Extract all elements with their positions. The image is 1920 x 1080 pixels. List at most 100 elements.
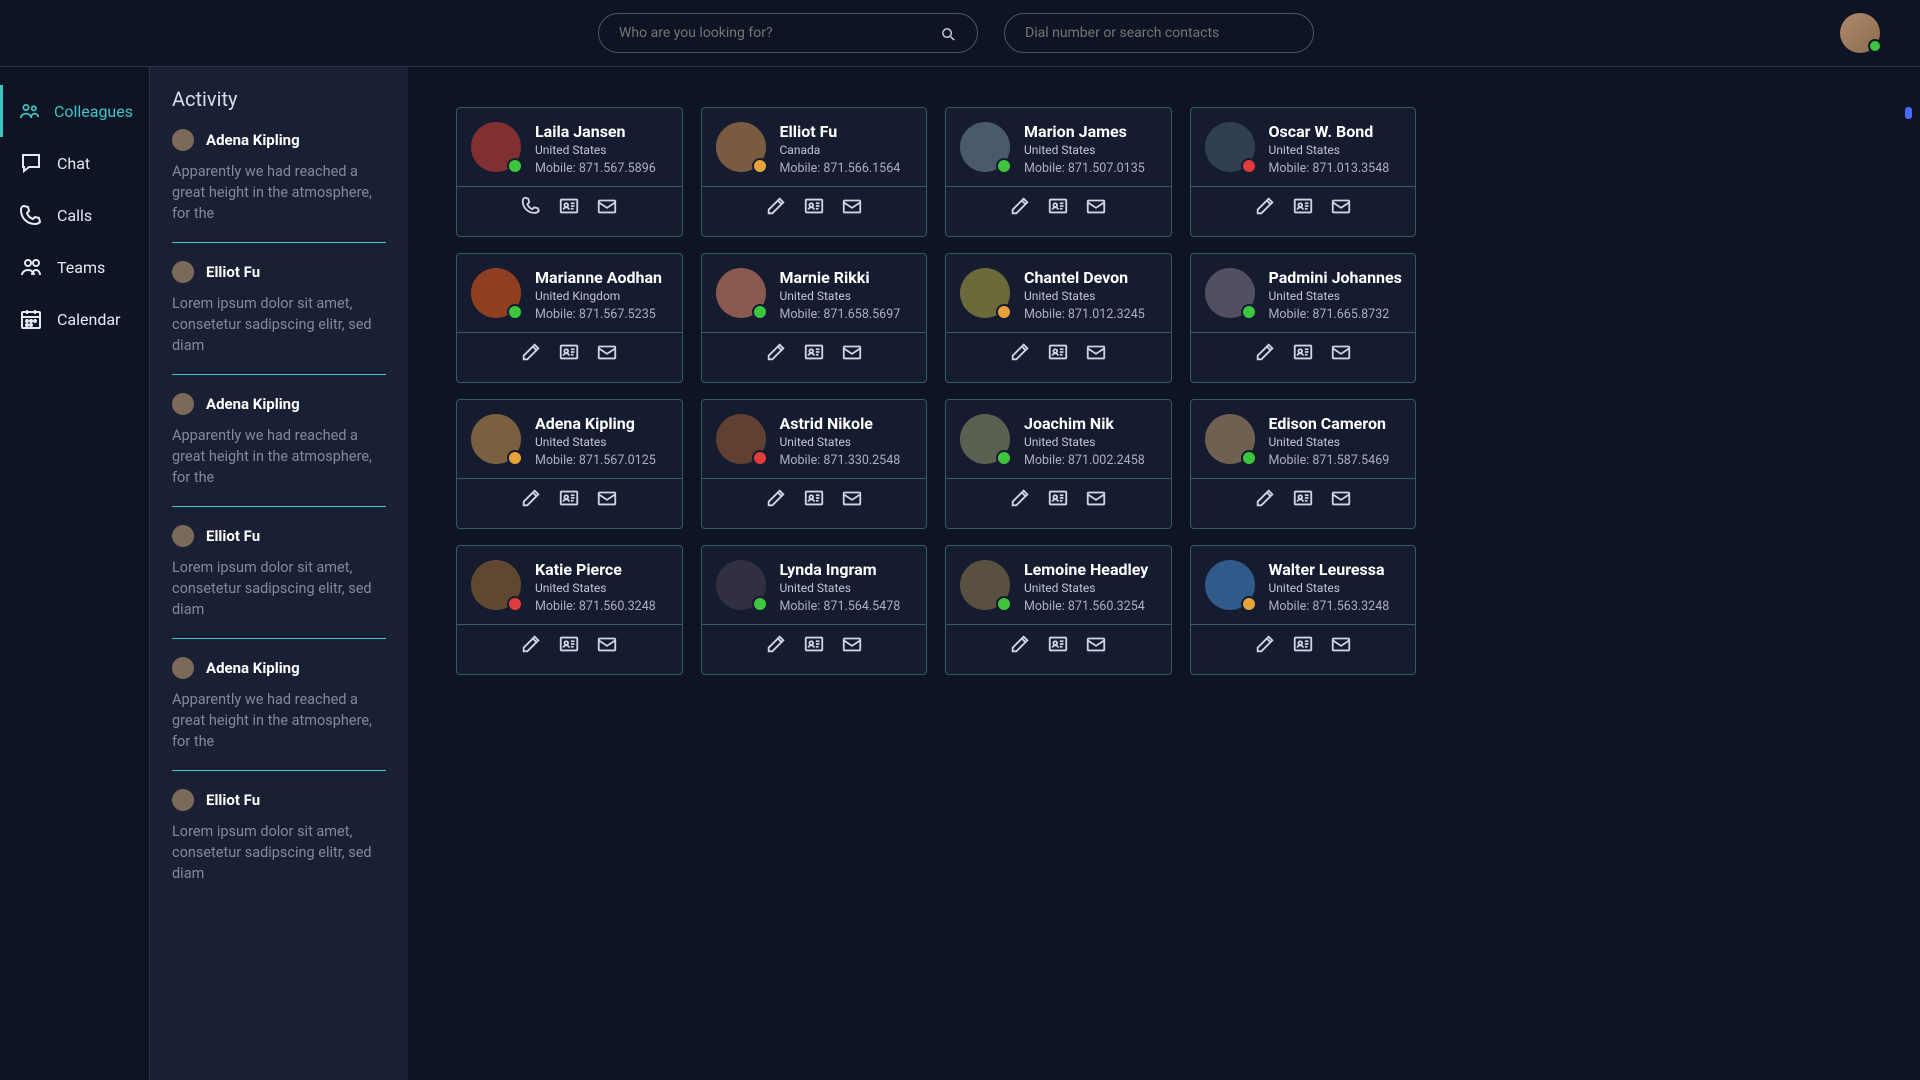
vcard-icon[interactable] bbox=[1047, 487, 1069, 509]
nav-item-chat[interactable]: Chat bbox=[0, 137, 149, 189]
vcard-icon[interactable] bbox=[803, 341, 825, 363]
contact-card[interactable]: Marion James United States Mobile: 871.5… bbox=[945, 107, 1172, 237]
edit-icon[interactable] bbox=[520, 487, 542, 509]
vcard-icon[interactable] bbox=[803, 195, 825, 217]
vcard-icon[interactable] bbox=[1047, 633, 1069, 655]
vcard-icon[interactable] bbox=[558, 487, 580, 509]
contact-card[interactable]: Joachim Nik United States Mobile: 871.00… bbox=[945, 399, 1172, 529]
activity-item[interactable]: Elliot FuLorem ipsum dolor sit amet, con… bbox=[172, 261, 386, 375]
contact-card[interactable]: Astrid Nikole United States Mobile: 871.… bbox=[701, 399, 928, 529]
mail-icon[interactable] bbox=[1330, 487, 1352, 509]
activity-avatar bbox=[172, 525, 194, 547]
activity-name: Elliot Fu bbox=[206, 263, 260, 281]
vcard-icon[interactable] bbox=[558, 633, 580, 655]
edit-icon[interactable] bbox=[1009, 487, 1031, 509]
contact-card[interactable]: Laila Jansen United States Mobile: 871.5… bbox=[456, 107, 683, 237]
vcard-icon[interactable] bbox=[1292, 341, 1314, 363]
contacts-grid: Laila Jansen United States Mobile: 871.5… bbox=[456, 107, 1416, 675]
contact-card[interactable]: Oscar W. Bond United States Mobile: 871.… bbox=[1190, 107, 1417, 237]
dial-search[interactable] bbox=[1004, 13, 1314, 53]
edit-icon[interactable] bbox=[1254, 487, 1276, 509]
mail-icon[interactable] bbox=[596, 487, 618, 509]
contact-card[interactable]: Katie Pierce United States Mobile: 871.5… bbox=[456, 545, 683, 675]
contact-phone: Mobile: 871.012.3245 bbox=[1024, 307, 1145, 322]
vcard-icon[interactable] bbox=[558, 341, 580, 363]
mail-icon[interactable] bbox=[1330, 633, 1352, 655]
activity-message: Lorem ipsum dolor sit amet, consetetur s… bbox=[172, 557, 386, 620]
contact-actions bbox=[1191, 478, 1416, 517]
mail-icon[interactable] bbox=[1085, 487, 1107, 509]
edit-icon[interactable] bbox=[520, 633, 542, 655]
vcard-icon[interactable] bbox=[1047, 341, 1069, 363]
vcard-icon[interactable] bbox=[1292, 487, 1314, 509]
vcard-icon[interactable] bbox=[803, 633, 825, 655]
mail-icon[interactable] bbox=[1085, 633, 1107, 655]
contact-card[interactable]: Edison Cameron United States Mobile: 871… bbox=[1190, 399, 1417, 529]
contact-actions bbox=[457, 624, 682, 663]
nav-item-teams[interactable]: Teams bbox=[0, 241, 149, 293]
contact-location: United Kingdom bbox=[535, 289, 662, 303]
mail-icon[interactable] bbox=[841, 195, 863, 217]
contact-name: Edison Cameron bbox=[1269, 414, 1390, 433]
contact-card[interactable]: Lemoine Headley United States Mobile: 87… bbox=[945, 545, 1172, 675]
contact-card[interactable]: Marnie Rikki United States Mobile: 871.6… bbox=[701, 253, 928, 383]
edit-icon[interactable] bbox=[1254, 195, 1276, 217]
contact-location: United States bbox=[1269, 289, 1402, 303]
activity-item[interactable]: Adena KiplingApparently we had reached a… bbox=[172, 393, 386, 507]
mail-icon[interactable] bbox=[596, 633, 618, 655]
activity-item[interactable]: Adena KiplingApparently we had reached a… bbox=[172, 657, 386, 771]
contact-card[interactable]: Padmini Johannes United States Mobile: 8… bbox=[1190, 253, 1417, 383]
contact-card[interactable]: Lynda Ingram United States Mobile: 871.5… bbox=[701, 545, 928, 675]
contact-card[interactable]: Walter Leuressa United States Mobile: 87… bbox=[1190, 545, 1417, 675]
current-user-avatar[interactable] bbox=[1840, 13, 1880, 53]
nav-item-calendar[interactable]: Calendar bbox=[0, 293, 149, 345]
mail-icon[interactable] bbox=[1085, 195, 1107, 217]
contact-phone: Mobile: 871.587.5469 bbox=[1269, 453, 1390, 468]
edit-icon[interactable] bbox=[765, 341, 787, 363]
activity-item[interactable]: Elliot FuLorem ipsum dolor sit amet, con… bbox=[172, 525, 386, 639]
vcard-icon[interactable] bbox=[1047, 195, 1069, 217]
mail-icon[interactable] bbox=[1330, 341, 1352, 363]
search-input[interactable] bbox=[619, 25, 957, 41]
search-icon[interactable] bbox=[940, 26, 957, 43]
contact-name: Lynda Ingram bbox=[780, 560, 901, 579]
edit-icon[interactable] bbox=[1009, 195, 1031, 217]
mail-icon[interactable] bbox=[841, 487, 863, 509]
vcard-icon[interactable] bbox=[803, 487, 825, 509]
activity-item[interactable]: Elliot FuLorem ipsum dolor sit amet, con… bbox=[172, 789, 386, 902]
edit-icon[interactable] bbox=[1009, 341, 1031, 363]
vcard-icon[interactable] bbox=[558, 195, 580, 217]
contact-avatar bbox=[471, 560, 521, 610]
dial-input[interactable] bbox=[1025, 25, 1293, 41]
edit-icon[interactable] bbox=[1254, 341, 1276, 363]
edit-icon[interactable] bbox=[765, 487, 787, 509]
vcard-icon[interactable] bbox=[1292, 195, 1314, 217]
mail-icon[interactable] bbox=[596, 195, 618, 217]
edit-icon[interactable] bbox=[765, 633, 787, 655]
contact-card[interactable]: Chantel Devon United States Mobile: 871.… bbox=[945, 253, 1172, 383]
edit-icon[interactable] bbox=[1009, 633, 1031, 655]
presence-indicator bbox=[507, 158, 523, 174]
phone-icon[interactable] bbox=[520, 195, 542, 217]
activity-message: Apparently we had reached a great height… bbox=[172, 425, 386, 488]
nav-item-colleagues[interactable]: Colleagues bbox=[0, 85, 149, 137]
contact-card[interactable]: Elliot Fu Canada Mobile: 871.566.1564 bbox=[701, 107, 928, 237]
mail-icon[interactable] bbox=[596, 341, 618, 363]
contact-phone: Mobile: 871.564.5478 bbox=[780, 599, 901, 614]
mail-icon[interactable] bbox=[1330, 195, 1352, 217]
contact-name: Elliot Fu bbox=[780, 122, 901, 141]
contact-card[interactable]: Adena Kipling United States Mobile: 871.… bbox=[456, 399, 683, 529]
activity-item[interactable]: Adena KiplingApparently we had reached a… bbox=[172, 129, 386, 243]
contact-card[interactable]: Marianne Aodhan United Kingdom Mobile: 8… bbox=[456, 253, 683, 383]
mail-icon[interactable] bbox=[841, 341, 863, 363]
vcard-icon[interactable] bbox=[1292, 633, 1314, 655]
edit-icon[interactable] bbox=[765, 195, 787, 217]
nav-item-calls[interactable]: Calls bbox=[0, 189, 149, 241]
mail-icon[interactable] bbox=[841, 633, 863, 655]
edit-icon[interactable] bbox=[520, 341, 542, 363]
scrollbar-thumb[interactable] bbox=[1905, 107, 1912, 119]
presence-indicator bbox=[1241, 304, 1257, 320]
global-search[interactable] bbox=[598, 13, 978, 53]
edit-icon[interactable] bbox=[1254, 633, 1276, 655]
mail-icon[interactable] bbox=[1085, 341, 1107, 363]
